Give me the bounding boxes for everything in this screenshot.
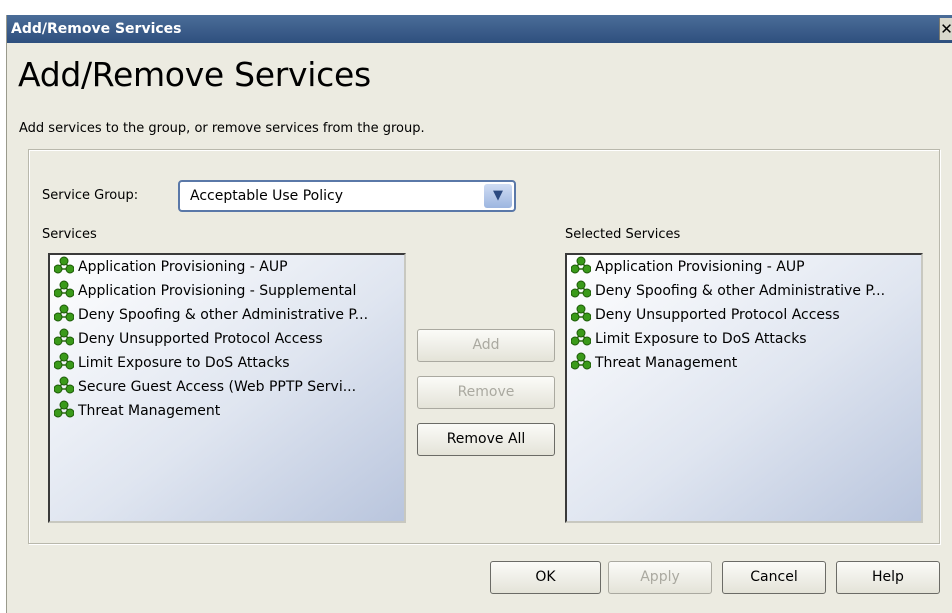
service-node-icon <box>570 280 592 298</box>
service-node-icon <box>53 256 75 274</box>
close-icon[interactable]: ✕ <box>939 18 952 40</box>
selected-services-list[interactable]: Application Provisioning - AUP Deny Spoof… <box>565 253 923 523</box>
list-item-label: Limit Exposure to DoS Attacks <box>595 331 807 347</box>
remove-button[interactable]: Remove <box>417 376 555 409</box>
list-item-label: Application Provisioning - AUP <box>78 259 288 275</box>
list-item[interactable]: Deny Spoofing & other Administrative P..… <box>567 279 921 303</box>
list-item-label: Deny Unsupported Protocol Access <box>78 331 323 347</box>
list-item[interactable]: Application Provisioning - AUP <box>567 255 921 279</box>
list-item[interactable]: Application Provisioning - Supplemental <box>50 279 404 303</box>
list-item-label: Threat Management <box>78 403 221 419</box>
ok-button[interactable]: OK <box>490 561 601 594</box>
service-group-label: Service Group: <box>42 188 139 203</box>
list-item[interactable]: Threat Management <box>567 351 921 375</box>
list-item[interactable]: Threat Management <box>50 399 404 423</box>
title-bar[interactable]: Add/Remove Services ✕ <box>7 15 952 43</box>
list-item[interactable]: Secure Guest Access (Web PPTP Servi... <box>50 375 404 399</box>
list-item[interactable]: Deny Spoofing & other Administrative P..… <box>50 303 404 327</box>
chevron-down-icon[interactable]: ▼ <box>484 184 512 208</box>
description-text: Add services to the group, or remove ser… <box>19 121 425 136</box>
service-node-icon <box>53 400 75 418</box>
list-item[interactable]: Application Provisioning - AUP <box>50 255 404 279</box>
list-item-label: Deny Spoofing & other Administrative P..… <box>595 283 886 299</box>
window-title: Add/Remove Services <box>11 21 182 37</box>
service-node-icon <box>53 376 75 394</box>
list-item[interactable]: Deny Unsupported Protocol Access <box>567 303 921 327</box>
service-node-icon <box>570 304 592 322</box>
page-title: Add/Remove Services <box>18 55 371 94</box>
service-node-icon <box>570 352 592 370</box>
service-node-icon <box>53 352 75 370</box>
list-item-label: Secure Guest Access (Web PPTP Servi... <box>78 379 357 395</box>
list-item[interactable]: Deny Unsupported Protocol Access <box>50 327 404 351</box>
services-label: Services <box>42 227 97 242</box>
service-node-icon <box>53 304 75 322</box>
service-node-icon <box>570 256 592 274</box>
list-item-label: Application Provisioning - AUP <box>595 259 805 275</box>
list-item[interactable]: Limit Exposure to DoS Attacks <box>567 327 921 351</box>
list-item-label: Limit Exposure to DoS Attacks <box>78 355 290 371</box>
apply-button[interactable]: Apply <box>608 561 712 594</box>
service-group-select[interactable]: Acceptable Use Policy ▼ <box>178 180 516 212</box>
services-list[interactable]: Application Provisioning - AUP Applicatio… <box>48 253 406 523</box>
service-node-icon <box>570 328 592 346</box>
service-node-icon <box>53 280 75 298</box>
selected-services-label: Selected Services <box>565 227 681 242</box>
remove-all-button[interactable]: Remove All <box>417 423 555 456</box>
list-item-label: Deny Unsupported Protocol Access <box>595 307 840 323</box>
list-item[interactable]: Limit Exposure to DoS Attacks <box>50 351 404 375</box>
help-button[interactable]: Help <box>836 561 940 594</box>
list-item-label: Deny Spoofing & other Administrative P..… <box>78 307 369 323</box>
list-item-label: Application Provisioning - Supplemental <box>78 283 357 299</box>
add-button[interactable]: Add <box>417 329 555 362</box>
service-group-value: Acceptable Use Policy <box>190 188 344 204</box>
cancel-button[interactable]: Cancel <box>722 561 826 594</box>
service-node-icon <box>53 328 75 346</box>
list-item-label: Threat Management <box>595 355 738 371</box>
